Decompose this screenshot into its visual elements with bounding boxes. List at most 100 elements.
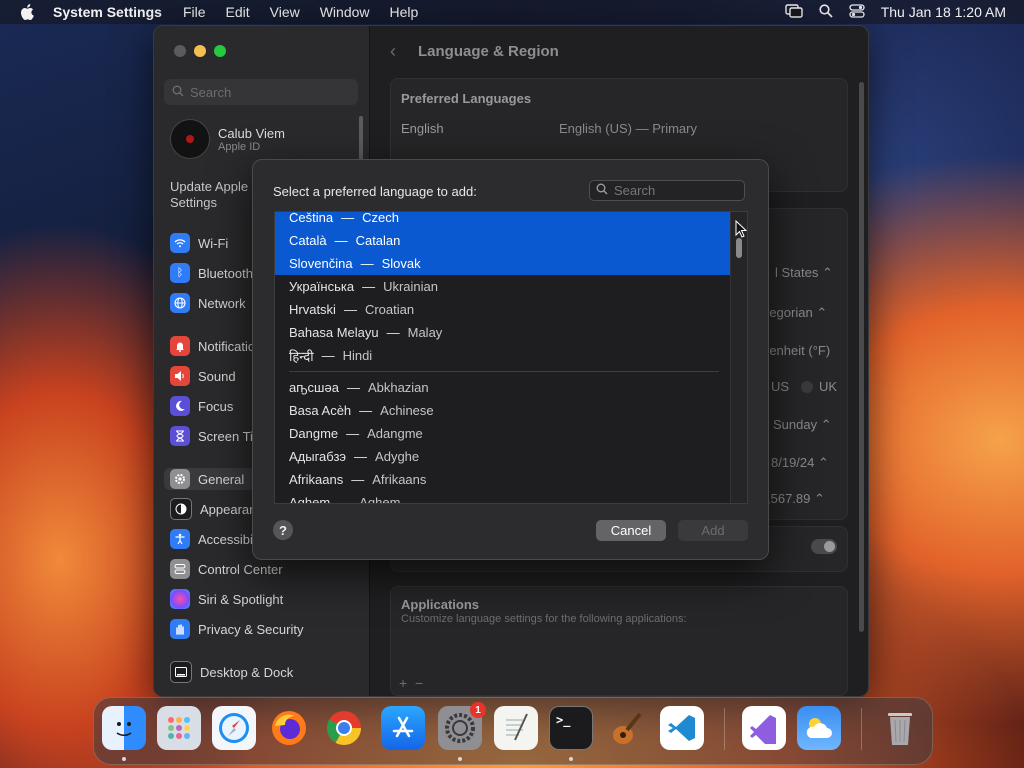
sidebar-item-bluetooth[interactable]: ᛒ Bluetooth [170, 262, 253, 284]
sidebar-scrollbar[interactable] [359, 116, 363, 160]
toggle-switch[interactable] [811, 539, 837, 554]
minimize-window-button[interactable] [194, 45, 206, 57]
dialog-title: Select a preferred language to add: [273, 184, 477, 199]
language-english-name: Adangme [367, 426, 423, 441]
menu-window[interactable]: Window [320, 4, 370, 20]
dock-icon [170, 661, 192, 683]
preferred-language-name[interactable]: English [401, 121, 444, 136]
visual-studio-icon[interactable] [742, 706, 786, 750]
region-popup[interactable]: l States ⌃ [775, 265, 833, 281]
list-item[interactable]: Afrikaans — Afrikaans [275, 468, 733, 491]
first-day-popup[interactable]: Sunday ⌃ [773, 417, 832, 433]
control-center-icon[interactable] [849, 3, 865, 21]
language-list-scrollbar[interactable] [730, 212, 747, 503]
list-item[interactable]: Slovenčina — Slovak [275, 252, 733, 275]
radio-icon [801, 380, 813, 393]
language-native-name: हिन्दी [289, 348, 314, 364]
apple-menu-icon[interactable] [19, 4, 35, 20]
language-native-name: Hrvatski [289, 302, 336, 317]
calendar-popup[interactable]: regorian ⌃ [765, 305, 827, 321]
bell-icon [170, 336, 190, 356]
wifi-icon [170, 233, 190, 253]
add-button[interactable]: Add [678, 520, 748, 541]
language-english-name: Slovak [381, 256, 421, 271]
chrome-icon[interactable] [322, 706, 366, 750]
list-item[interactable]: аҧсшәа — Abkhazian [275, 376, 733, 399]
trash-icon[interactable] [878, 706, 922, 750]
moon-icon [170, 396, 190, 416]
list-item[interactable]: Hrvatski — Croatian [275, 298, 733, 321]
list-item[interactable]: Українська — Ukrainian [275, 275, 733, 298]
sidebar-item-label: Bluetooth [198, 265, 253, 281]
speaker-icon [170, 366, 190, 386]
bluetooth-icon: ᛒ [170, 263, 190, 283]
launchpad-icon[interactable] [157, 706, 201, 750]
textedit-icon[interactable] [494, 706, 538, 750]
sidebar-item-privacy-security[interactable]: Privacy & Security [170, 618, 303, 640]
scrollbar-thumb[interactable] [736, 238, 742, 258]
dock: 1 >_ [93, 697, 933, 765]
menu-file[interactable]: File [183, 4, 206, 20]
sidebar-item-wifi[interactable]: Wi-Fi [170, 232, 228, 254]
sidebar-item-network[interactable]: Network [170, 292, 246, 314]
menu-help[interactable]: Help [390, 4, 419, 20]
sidebar-search-field[interactable]: Search [164, 79, 358, 105]
language-native-name: Slovenčina [289, 256, 353, 271]
list-item[interactable]: Čeština — Czech [275, 211, 733, 229]
separator-dash: — [386, 325, 400, 340]
sidebar-item-control-center[interactable]: Control Center [170, 558, 283, 580]
back-chevron-icon[interactable]: ‹ [390, 41, 396, 62]
temperature-popup[interactable]: renheit (°F) [765, 343, 830, 358]
list-item[interactable]: Bahasa Melayu — Malay [275, 321, 733, 344]
cancel-button[interactable]: Cancel [596, 520, 666, 541]
gear-icon [170, 469, 190, 489]
language-english-name: Achinese [380, 403, 434, 418]
sidebar-item-label: Focus [198, 398, 234, 414]
sidebar-item-sound[interactable]: Sound [170, 365, 236, 387]
separator-dash: — [362, 279, 376, 294]
list-item[interactable]: Адыгабзэ — Adyghe [275, 445, 733, 468]
screen-mirroring-icon[interactable] [784, 3, 803, 21]
appearance-icon [170, 498, 192, 520]
menu-clock[interactable]: Thu Jan 18 1:20 AM [881, 4, 1006, 20]
search-icon [172, 85, 184, 100]
language-list[interactable]: Čeština — Czech Català — Catalan Slovenč… [274, 211, 748, 504]
list-item[interactable]: Basa Acèh — Achinese [275, 399, 733, 422]
list-item[interactable]: Català — Catalan [275, 229, 733, 252]
close-window-button[interactable] [174, 45, 186, 57]
measurement-us-option[interactable]: US [771, 379, 789, 394]
list-item[interactable]: Dangme — Adangme [275, 422, 733, 445]
menu-edit[interactable]: Edit [226, 4, 250, 20]
vscode-icon[interactable] [660, 706, 704, 750]
firefox-icon[interactable] [267, 706, 311, 750]
weather-icon[interactable] [797, 706, 841, 750]
date-format-popup[interactable]: 8/19/24 ⌃ [771, 455, 829, 471]
content-scrollbar[interactable] [859, 82, 864, 632]
measurement-uk-option[interactable]: UK [801, 379, 837, 394]
spotlight-search-icon[interactable] [819, 3, 833, 21]
profile-name: Calub Viem [218, 125, 285, 141]
separator-dash: — [321, 348, 335, 363]
apple-id-profile[interactable]: Calub Viem Apple ID [170, 119, 285, 159]
sidebar-item-siri-spotlight[interactable]: Siri & Spotlight [170, 588, 283, 610]
terminal-icon[interactable]: >_ [549, 706, 593, 750]
zoom-window-button[interactable] [214, 45, 226, 57]
menu-bar: System Settings File Edit View Window He… [0, 0, 1024, 24]
add-application-button[interactable]: + − [399, 675, 423, 691]
language-native-name: Čeština [289, 211, 334, 225]
first-day-value: Sunday [773, 417, 818, 432]
sidebar-item-desktop-dock[interactable]: Desktop & Dock [170, 661, 293, 683]
garageband-icon[interactable] [604, 706, 648, 750]
number-format-popup[interactable]: ,567.89 ⌃ [767, 491, 825, 507]
menu-view[interactable]: View [270, 4, 300, 20]
safari-icon[interactable] [212, 706, 256, 750]
language-search-field[interactable]: Search [589, 180, 745, 201]
finder-icon[interactable] [102, 706, 146, 750]
help-button[interactable]: ? [273, 520, 293, 540]
list-item[interactable]: Aghem — Aghem [275, 491, 733, 503]
list-item[interactable]: हिन्दी — Hindi [275, 344, 733, 367]
app-name-menu[interactable]: System Settings [53, 4, 162, 20]
app-store-icon[interactable] [381, 706, 425, 750]
sidebar-item-focus[interactable]: Focus [170, 395, 233, 417]
temperature-value: renheit (°F) [765, 343, 831, 358]
